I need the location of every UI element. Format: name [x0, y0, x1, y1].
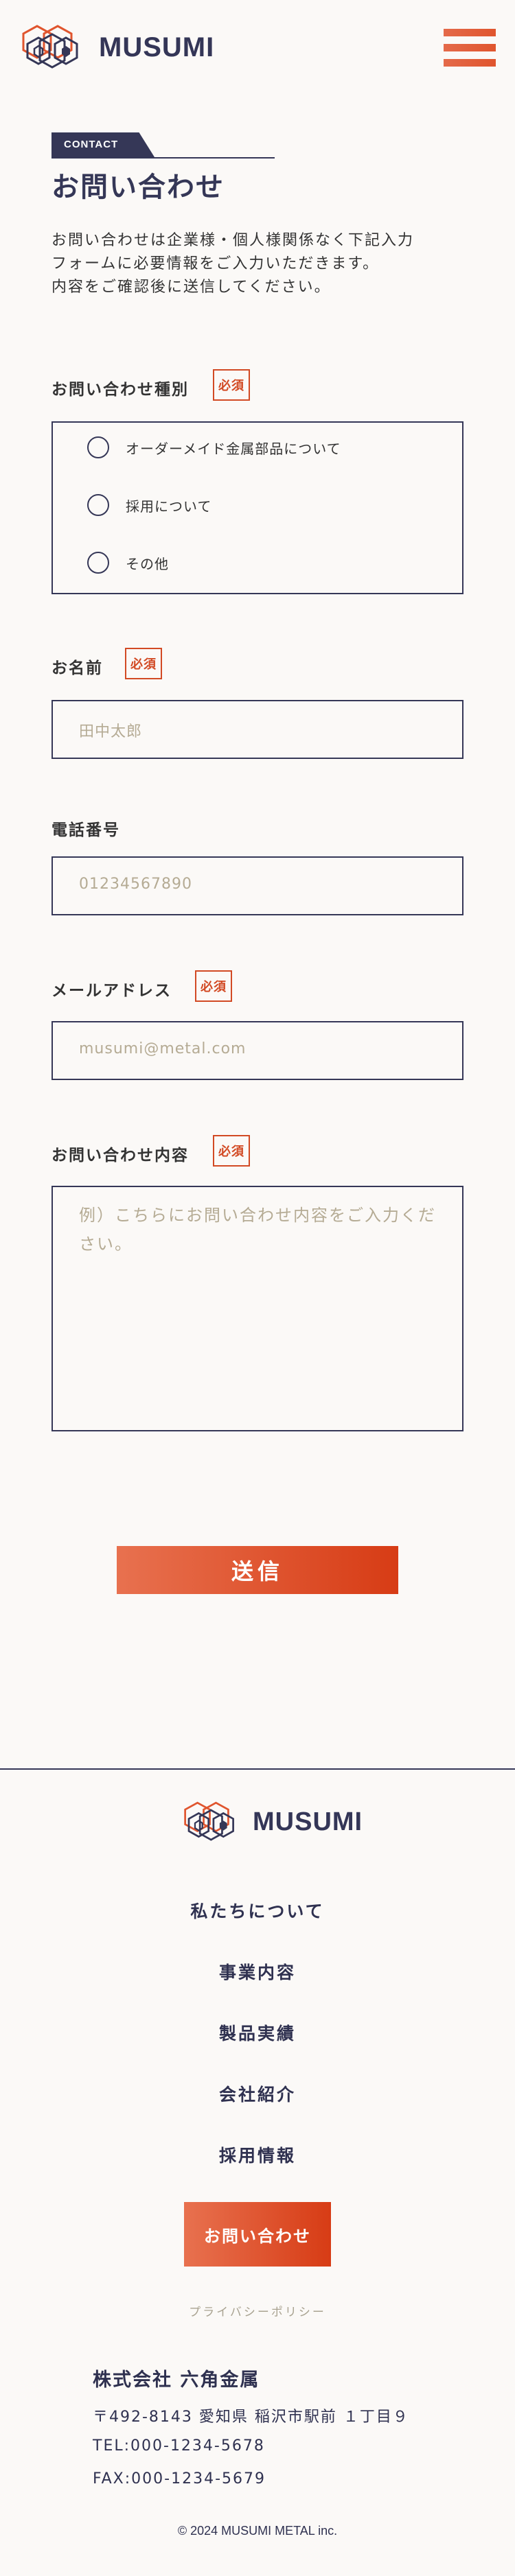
footer-nav-about[interactable]: 私たちについて [0, 1898, 515, 1923]
required-badge: 必須 [213, 369, 250, 401]
email-input[interactable]: musumi@metal.com [52, 1021, 464, 1080]
phone-input[interactable]: 01234567890 [52, 856, 464, 915]
divider [52, 157, 275, 159]
hexagon-logo-icon [184, 1801, 234, 1841]
radio-circle-icon[interactable] [87, 436, 109, 458]
footer-brand-name: MUSUMI [253, 1807, 363, 1836]
footer-nav-company[interactable]: 会社紹介 [0, 2081, 515, 2106]
contact-tag: CONTACT [52, 132, 154, 157]
radio-circle-icon[interactable] [87, 494, 109, 516]
intro-text: お問い合わせは企業様・個人様関係なく下記入力 フォームに必要情報をご入力いただき… [52, 232, 415, 296]
required-badge: 必須 [213, 1135, 250, 1167]
radio-circle-icon[interactable] [87, 552, 109, 574]
hexagon-logo-icon [22, 25, 78, 69]
footer-contact-button[interactable]: お問い合わせ [184, 2202, 331, 2267]
submit-button[interactable]: 送信 [117, 1546, 398, 1594]
brand-name: MUSUMI [99, 32, 215, 62]
company-name: 株式会社 六角金属 [93, 2369, 260, 2391]
company-tel: TEL:000-1234-5678 [93, 2437, 265, 2455]
footer-nav-business[interactable]: 事業内容 [0, 1959, 515, 1984]
menu-icon[interactable] [444, 29, 496, 75]
radio-option-other[interactable]: その他 [87, 552, 169, 574]
phone-label: 電話番号 [52, 821, 120, 839]
radio-option-recruit[interactable]: 採用について [87, 494, 211, 516]
footer-divider [0, 1768, 515, 1770]
message-label: お問い合わせ内容 [52, 1147, 189, 1164]
email-label: メールアドレス [52, 982, 172, 1000]
copyright: © 2024 MUSUMI METAL inc. [177, 2524, 338, 2538]
header-logo[interactable]: MUSUMI [19, 21, 214, 74]
name-input[interactable]: 田中太郎 [52, 700, 464, 759]
name-placeholder: 田中太郎 [79, 723, 143, 740]
privacy-policy-link[interactable]: プライバシーポリシー [0, 2302, 515, 2319]
message-textarea[interactable]: 例）こちらにお問い合わせ内容をご入力ください。 [52, 1186, 464, 1431]
message-placeholder: 例）こちらにお問い合わせ内容をご入力ください。 [79, 1206, 436, 1254]
page-title: お問い合わせ [52, 172, 225, 203]
required-badge: 必須 [195, 970, 232, 1002]
footer-logo[interactable]: MUSUMI [181, 1798, 363, 1846]
radio-option-custom-parts[interactable]: オーダーメイド金属部品について [87, 436, 341, 458]
type-label: お問い合わせ種別 [52, 381, 189, 399]
email-placeholder: musumi@metal.com [79, 1040, 247, 1057]
phone-placeholder: 01234567890 [79, 876, 192, 893]
required-badge: 必須 [125, 648, 162, 679]
type-radio-group: オーダーメイド金属部品について 採用について その他 [52, 421, 464, 594]
company-address: 〒492-8143 愛知県 稲沢市駅前 １丁目９ [93, 2409, 409, 2426]
company-fax: FAX:000-1234-5679 [93, 2470, 266, 2487]
footer-nav-products[interactable]: 製品実績 [0, 2020, 515, 2045]
footer-nav-recruit[interactable]: 採用情報 [0, 2142, 515, 2167]
name-label: お名前 [52, 659, 103, 677]
